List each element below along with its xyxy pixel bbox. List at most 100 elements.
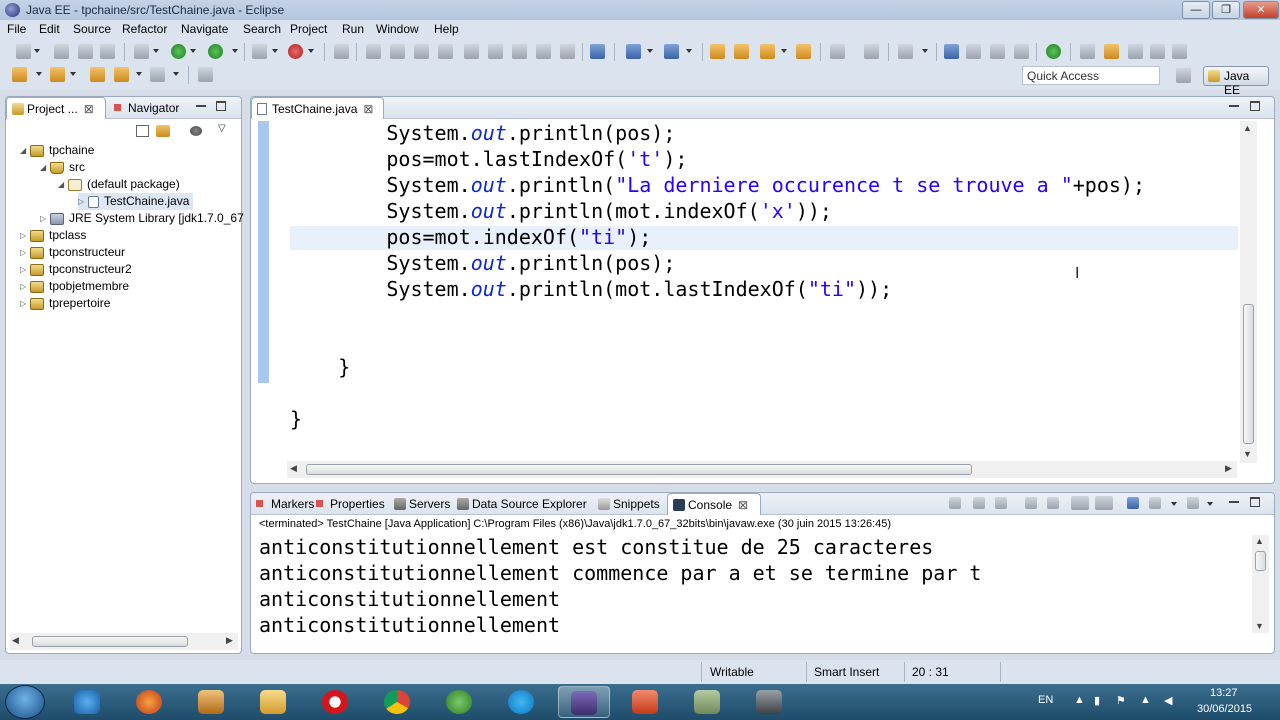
editor-horizontal-scrollbar[interactable]: ◀ ▶ — [287, 461, 1237, 478]
remove-all-icon[interactable] — [995, 497, 1007, 509]
resume-icon[interactable] — [366, 44, 381, 59]
expand-icon[interactable]: ▷ — [20, 245, 30, 261]
terminate-icon[interactable] — [949, 497, 961, 509]
forward-icon[interactable] — [150, 67, 165, 82]
taskbar-chrome[interactable] — [372, 686, 424, 718]
toggle-mark-icon[interactable] — [334, 44, 349, 59]
terminate-icon[interactable] — [414, 44, 429, 59]
minimize-icon[interactable] — [1229, 101, 1239, 107]
scrollbar-thumb[interactable] — [1243, 304, 1254, 444]
block-select-icon[interactable] — [1128, 44, 1143, 59]
server-icon[interactable] — [252, 44, 267, 59]
remove-launch-icon[interactable] — [973, 497, 985, 509]
code-line[interactable]: System.out.println(mot.lastIndexOf("ti")… — [386, 276, 892, 302]
tab-snippets[interactable]: Snippets — [593, 493, 666, 515]
back-icon[interactable] — [114, 67, 129, 82]
save-all-icon[interactable] — [78, 44, 93, 59]
open-resource-icon[interactable] — [796, 44, 811, 59]
collapse-all-icon[interactable] — [136, 125, 149, 137]
tab-console[interactable]: Console ⊠ — [667, 493, 761, 515]
tree-item-testchaine-java[interactable]: ▷ TestChaine.java — [78, 193, 194, 210]
tray-signal-icon[interactable]: ▲ — [1140, 694, 1151, 706]
quick-access-input[interactable]: Quick Access — [1022, 66, 1160, 85]
new-package-icon[interactable] — [664, 44, 679, 59]
run-external-icon[interactable] — [208, 44, 223, 59]
drop-frame-icon[interactable] — [536, 44, 551, 59]
back-nav-icon[interactable] — [90, 67, 105, 82]
step-into-icon[interactable] — [464, 44, 479, 59]
minimize-icon[interactable] — [1229, 497, 1239, 503]
code-line[interactable]: pos=mot.indexOf("ti"); — [386, 224, 651, 250]
expand-icon[interactable]: ◢ — [58, 177, 68, 193]
taskbar-opera[interactable] — [310, 686, 362, 718]
close-icon[interactable]: ⊠ — [738, 498, 748, 512]
last-edit-icon[interactable] — [990, 44, 1005, 59]
scroll-right-icon[interactable]: ▶ — [226, 635, 233, 646]
step-filters-icon[interactable] — [560, 44, 575, 59]
taskbar-firefox[interactable] — [124, 686, 176, 718]
scroll-lock-icon[interactable] — [1047, 497, 1059, 509]
new-server-icon[interactable] — [288, 44, 303, 59]
tree-item-tpconstructeur[interactable]: ▷ tpconstructeur — [20, 244, 125, 261]
scroll-up-icon[interactable]: ▲ — [1255, 536, 1264, 546]
maximize-icon[interactable] — [216, 101, 226, 111]
expand-icon[interactable]: ▷ — [40, 211, 50, 227]
code-line[interactable]: pos=mot.lastIndexOf('t'); — [386, 146, 687, 172]
scroll-left-icon[interactable]: ◀ — [12, 635, 19, 646]
code-line[interactable]: System.out.println("La derniere occurenc… — [386, 172, 1145, 198]
menu-refactor[interactable]: Refactor — [122, 22, 167, 36]
filter-icon[interactable] — [190, 126, 202, 136]
expand-icon[interactable]: ▷ — [20, 262, 30, 278]
scroll-down-icon[interactable]: ▼ — [1243, 449, 1252, 459]
tree-item-default-package[interactable]: ◢ (default package) — [58, 176, 180, 193]
new-class-icon[interactable] — [626, 44, 641, 59]
tab-navigator[interactable]: Navigator — [108, 97, 185, 119]
taskbar-powerpoint[interactable] — [620, 686, 672, 718]
next-edit-icon[interactable] — [12, 67, 27, 82]
debug-icon[interactable] — [134, 44, 149, 59]
expand-icon[interactable]: ▷ — [20, 279, 30, 295]
tray-network-icon[interactable]: ▮ — [1094, 694, 1100, 707]
new-icon[interactable] — [16, 44, 31, 59]
pin-console-icon[interactable] — [1127, 497, 1139, 509]
tree-horizontal-scrollbar[interactable]: ◀ ▶ — [10, 633, 238, 650]
perspective-java-ee[interactable]: Java EE — [1203, 66, 1269, 97]
menu-source[interactable]: Source — [73, 22, 111, 36]
print-icon[interactable] — [100, 44, 115, 59]
minimize-icon[interactable] — [196, 101, 206, 107]
taskbar-usb[interactable] — [744, 686, 796, 718]
editor-vertical-scrollbar[interactable]: ▲ ▼ — [1240, 121, 1257, 463]
close-icon[interactable]: ⊠ — [84, 102, 94, 116]
code-line[interactable]: } — [338, 354, 350, 380]
hand-icon[interactable] — [1014, 44, 1029, 59]
tab-testchaine-java[interactable]: TestChaine.java ⊠ — [251, 97, 384, 119]
clock-date[interactable]: 30/06/2015 — [1197, 703, 1252, 715]
expand-icon[interactable]: ▷ — [20, 296, 30, 312]
expand-icon[interactable]: ◢ — [40, 160, 50, 176]
close-icon[interactable]: ⊠ — [363, 102, 373, 116]
open-task-icon[interactable] — [734, 44, 749, 59]
open-type-icon[interactable] — [590, 44, 605, 59]
show-whitespace-icon[interactable] — [1080, 44, 1095, 59]
close-button[interactable]: ✕ — [1243, 1, 1279, 19]
scrollbar-thumb[interactable] — [1255, 551, 1266, 571]
tree-item-tpchaine[interactable]: ◢ tpchaine — [20, 142, 94, 159]
start-button[interactable] — [5, 685, 45, 719]
maximize-icon[interactable] — [1250, 497, 1260, 507]
show-stderr-icon[interactable] — [1095, 496, 1113, 510]
step-return-icon[interactable] — [512, 44, 527, 59]
tab-data-source-explorer[interactable]: Data Source Explorer — [452, 493, 593, 515]
pin-icon[interactable] — [198, 67, 213, 82]
console-output[interactable]: anticonstitutionnellement est constitue … — [259, 534, 981, 638]
expand-icon[interactable]: ◢ — [20, 143, 30, 159]
tab-servers[interactable]: Servers — [389, 493, 456, 515]
expand-icon[interactable]: ▷ — [20, 228, 30, 244]
open-perspective-icon[interactable] — [1176, 68, 1191, 83]
link-editor-icon[interactable] — [156, 125, 170, 137]
display-console-icon[interactable] — [1149, 497, 1161, 509]
menu-search[interactable]: Search — [243, 22, 281, 36]
menu-project[interactable]: Project — [290, 22, 327, 36]
scroll-left-icon[interactable]: ◀ — [290, 463, 297, 474]
open-folder-icon[interactable] — [710, 44, 725, 59]
run-icon[interactable] — [171, 44, 186, 59]
